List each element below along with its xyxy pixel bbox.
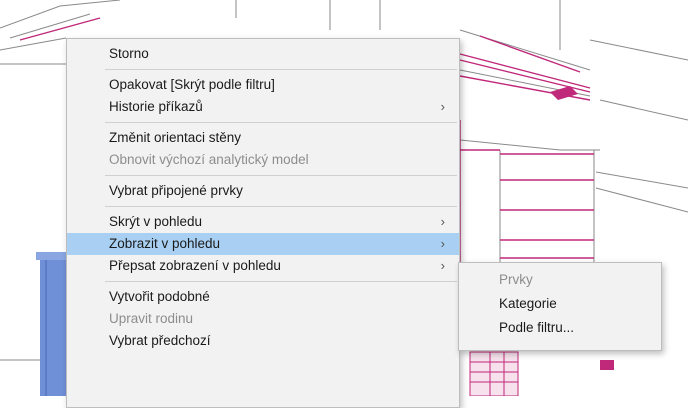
menu-item-command-history[interactable]: Historie příkazů ›	[67, 96, 459, 118]
menu-item-flip-wall-orientation[interactable]: Změnit orientaci stěny	[67, 127, 459, 149]
menu-item-label: Zobrazit v pohledu	[109, 236, 221, 251]
menu-separator	[105, 281, 457, 282]
menu-separator	[105, 206, 457, 207]
unhide-in-view-submenu: Prvky Kategorie Podle filtru...	[458, 262, 662, 351]
menu-item-label: Historie příkazů	[109, 99, 203, 114]
menu-item-edit-family: Upravit rodinu	[67, 308, 459, 330]
menu-item-label: Kategorie	[499, 296, 557, 311]
menu-item-label: Prvky	[499, 272, 533, 287]
menu-item-create-similar[interactable]: Vytvořit podobné	[67, 286, 459, 308]
chevron-right-icon: ›	[440, 214, 445, 229]
chevron-right-icon: ›	[440, 99, 445, 114]
menu-separator	[105, 175, 457, 176]
menu-item-label: Přepsat zobrazení v pohledu	[109, 258, 281, 273]
submenu-item-category[interactable]: Kategorie	[459, 292, 661, 316]
menu-item-hide-in-view[interactable]: Skrýt v pohledu ›	[67, 211, 459, 233]
chevron-right-icon: ›	[440, 258, 445, 273]
menu-item-label: Obnovit výchozí analytický model	[109, 152, 309, 167]
submenu-item-elements: Prvky	[459, 268, 661, 292]
menu-item-reset-analytical-model: Obnovit výchozí analytický model	[67, 149, 459, 171]
menu-separator	[105, 122, 457, 123]
menu-item-label: Vybrat předchozí	[109, 333, 211, 348]
context-menu: Storno Opakovat [Skrýt podle filtru] His…	[66, 38, 460, 408]
menu-item-label: Vybrat připojené prvky	[109, 183, 243, 198]
menu-separator	[105, 69, 457, 70]
menu-item-label: Změnit orientaci stěny	[109, 130, 242, 145]
menu-item-select-joined-elements[interactable]: Vybrat připojené prvky	[67, 180, 459, 202]
menu-item-repeat[interactable]: Opakovat [Skrýt podle filtru]	[67, 74, 459, 96]
menu-item-label: Vytvořit podobné	[109, 289, 210, 304]
menu-item-select-previous[interactable]: Vybrat předchozí	[67, 330, 459, 352]
menu-item-unhide-in-view[interactable]: Zobrazit v pohledu ›	[67, 233, 459, 255]
menu-item-override-graphics-in-view[interactable]: Přepsat zobrazení v pohledu ›	[67, 255, 459, 277]
menu-item-label: Skrýt v pohledu	[109, 214, 203, 229]
menu-item-label: Opakovat [Skrýt podle filtru]	[109, 77, 275, 92]
menu-item-label: Podle filtru...	[499, 320, 575, 335]
submenu-item-by-filter[interactable]: Podle filtru...	[459, 316, 661, 340]
menu-item-label: Storno	[109, 46, 149, 61]
chevron-right-icon: ›	[440, 236, 445, 251]
menu-item-label: Upravit rodinu	[109, 311, 194, 326]
menu-item-cancel[interactable]: Storno	[67, 43, 459, 65]
